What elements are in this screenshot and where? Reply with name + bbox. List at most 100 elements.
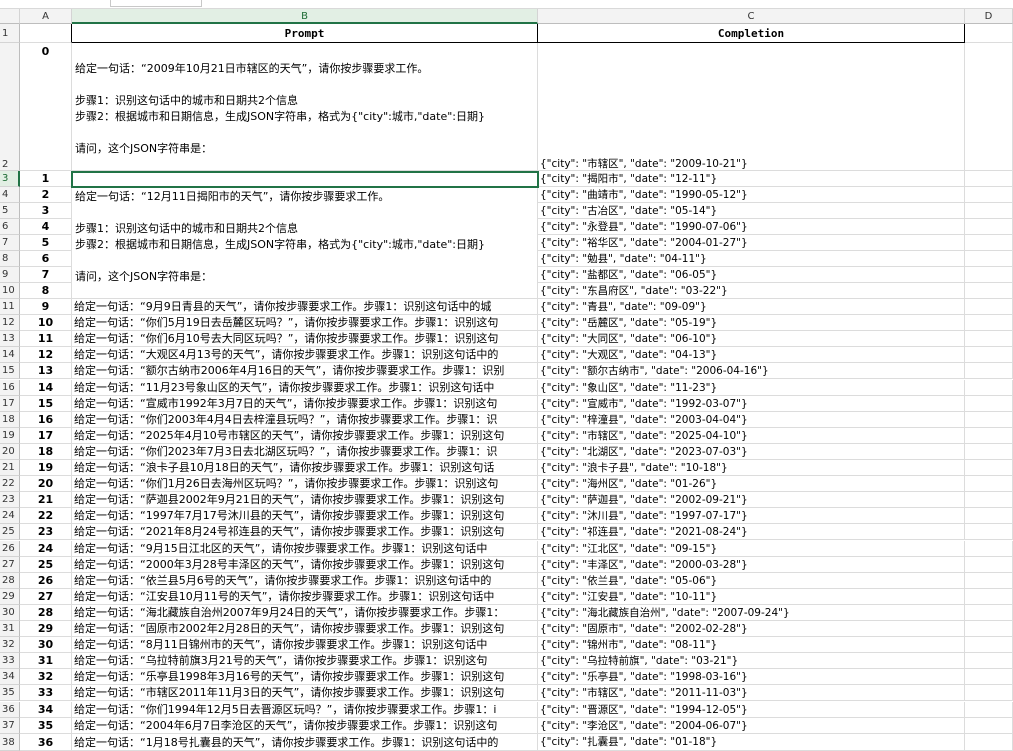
prompt-cell[interactable]: 给定一句话：“市辖区2011年11月3日的天气”，请你按步骤要求工作。步骤1：识… — [72, 685, 538, 702]
completion-cell[interactable]: {"city": "市辖区", "date": "2009-10-21"} — [538, 43, 965, 171]
row-header[interactable]: 2 — [0, 43, 20, 171]
index-cell[interactable]: 35 — [20, 717, 72, 734]
sheet-tab-edge[interactable] — [110, 0, 202, 7]
row-header[interactable]: 36 — [0, 701, 20, 718]
cell-d[interactable] — [965, 540, 1013, 557]
cell-d[interactable] — [965, 411, 1013, 428]
completion-cell[interactable]: {"city": "锦州市", "date": "08-11"} — [538, 637, 965, 654]
completion-cell[interactable]: {"city": "大观区", "date": "04-13"} — [538, 347, 965, 364]
completion-cell[interactable]: {"city": "海州区", "date": "01-26"} — [538, 476, 965, 493]
completion-cell[interactable]: {"city": "固原市", "date": "2002-02-28"} — [538, 621, 965, 638]
completion-cell[interactable]: {"city": "江北区", "date": "09-15"} — [538, 540, 965, 557]
row-header[interactable]: 9 — [0, 267, 20, 283]
index-cell[interactable]: 19 — [20, 460, 72, 477]
cell-d[interactable] — [965, 604, 1013, 621]
index-cell[interactable]: 9 — [20, 299, 72, 316]
column-header-c[interactable]: C — [538, 9, 965, 24]
completion-cell[interactable]: {"city": "揭阳市", "date": "12-11"} — [538, 171, 965, 187]
prompt-cell[interactable]: 给定一句话：“你们2023年7月3日去北湖区玩吗？”，请你按步骤要求工作。步骤1… — [72, 443, 538, 460]
index-cell[interactable]: 18 — [20, 443, 72, 460]
cell-d[interactable] — [965, 476, 1013, 493]
index-cell[interactable]: 23 — [20, 524, 72, 541]
row-header[interactable]: 16 — [0, 379, 20, 396]
row-header[interactable]: 15 — [0, 363, 20, 380]
row-header[interactable]: 25 — [0, 524, 20, 541]
cell-d[interactable] — [965, 203, 1013, 219]
prompt-cell[interactable]: 给定一句话：“11月23号象山区的天气”，请你按步骤要求工作。步骤1：识别这句话… — [72, 379, 538, 396]
prompt-cell[interactable]: 给定一句话：“你们1月26日去海州区玩吗？”，请你按步骤要求工作。步骤1：识别这… — [72, 476, 538, 493]
prompt-cell[interactable]: 给定一句话：“9月9日青县的天气”，请你按步骤要求工作。步骤1：识别这句话中的城 — [72, 299, 538, 316]
completion-cell[interactable]: {"city": "祁连县", "date": "2021-08-24"} — [538, 524, 965, 541]
row-header[interactable]: 37 — [0, 717, 20, 734]
row-header[interactable]: 29 — [0, 588, 20, 605]
row-header[interactable]: 28 — [0, 572, 20, 589]
index-cell[interactable]: 27 — [20, 588, 72, 605]
index-cell[interactable]: 25 — [20, 556, 72, 573]
row-header[interactable]: 33 — [0, 653, 20, 670]
row-header[interactable]: 3 — [0, 171, 20, 187]
cell-d[interactable] — [965, 283, 1013, 299]
index-cell[interactable]: 15 — [20, 395, 72, 412]
row-header[interactable]: 11 — [0, 299, 20, 316]
column-header-b[interactable]: B — [72, 9, 538, 24]
index-cell[interactable]: 36 — [20, 733, 72, 751]
row-header[interactable]: 14 — [0, 347, 20, 364]
index-cell[interactable]: 21 — [20, 492, 72, 509]
prompt-cell[interactable]: 给定一句话：“萨迦县2002年9月21日的天气”，请你按步骤要求工作。步骤1：识… — [72, 492, 538, 509]
cell-d[interactable] — [965, 717, 1013, 734]
prompt-cell[interactable]: 给定一句话：“额尔古纳市2006年4月16日的天气”，请你按步骤要求工作。步骤1… — [72, 363, 538, 380]
cell-d[interactable] — [965, 251, 1013, 267]
index-cell[interactable]: 30 — [20, 637, 72, 654]
cell-d[interactable] — [965, 685, 1013, 702]
completion-cell[interactable]: {"city": "大同区", "date": "06-10"} — [538, 331, 965, 348]
cell-d[interactable] — [965, 556, 1013, 573]
completion-cell[interactable]: {"city": "海北藏族自治州", "date": "2007-09-24"… — [538, 604, 965, 621]
column-header-a[interactable]: A — [20, 9, 72, 24]
cell-d[interactable] — [965, 524, 1013, 541]
index-cell[interactable]: 34 — [20, 701, 72, 718]
prompt-cell[interactable]: 给定一句话：“1997年7月17号沐川县的天气”，请你按步骤要求工作。步骤1：识… — [72, 508, 538, 525]
index-cell[interactable]: 13 — [20, 363, 72, 380]
row-header[interactable]: 22 — [0, 476, 20, 493]
index-cell[interactable]: 1 — [20, 171, 72, 187]
prompt-cell[interactable]: 给定一句话：“浪卡子县10月18日的天气”，请你按步骤要求工作。步骤1：识别这句… — [72, 460, 538, 477]
completion-header-cell[interactable]: Completion — [538, 24, 965, 43]
completion-cell[interactable]: {"city": "古冶区", "date": "05-14"} — [538, 203, 965, 219]
prompt-header-cell[interactable]: Prompt — [72, 24, 538, 43]
completion-cell[interactable]: {"city": "裕华区", "date": "2004-01-27"} — [538, 235, 965, 251]
row-header[interactable]: 6 — [0, 219, 20, 235]
prompt-cell[interactable]: 给定一句话：“9月15日江北区的天气”，请你按步骤要求工作。步骤1：识别这句话中 — [72, 540, 538, 557]
cell-d[interactable] — [965, 492, 1013, 509]
completion-cell[interactable]: {"city": "乌拉特前旗", "date": "03-21"} — [538, 653, 965, 670]
index-cell[interactable]: 28 — [20, 604, 72, 621]
row-header[interactable]: 35 — [0, 685, 20, 702]
completion-cell[interactable]: {"city": "市辖区", "date": "2011-11-03"} — [538, 685, 965, 702]
row-header[interactable]: 24 — [0, 508, 20, 525]
completion-cell[interactable]: {"city": "扎囊县", "date": "01-18"} — [538, 733, 965, 751]
row-header[interactable]: 20 — [0, 443, 20, 460]
prompt-cell[interactable]: 给定一句话：“1月18号扎囊县的天气”，请你按步骤要求工作。步骤1：识别这句话中… — [72, 733, 538, 751]
prompt-cell[interactable]: 给定一句话：“依兰县5月6号的天气”，请你按步骤要求工作。步骤1：识别这句话中的 — [72, 572, 538, 589]
cell-d[interactable] — [965, 299, 1013, 316]
row-header[interactable]: 30 — [0, 604, 20, 621]
cell-d[interactable] — [965, 219, 1013, 235]
corner-select-all[interactable] — [0, 9, 20, 24]
index-cell[interactable]: 3 — [20, 203, 72, 219]
completion-cell[interactable]: {"city": "晋源区", "date": "1994-12-05"} — [538, 701, 965, 718]
prompt-cell[interactable]: 给定一句话：“你们1994年12月5日去晋源区玩吗？”，请你按步骤要求工作。步骤… — [72, 701, 538, 718]
completion-cell[interactable]: {"city": "勉县", "date": "04-11"} — [538, 251, 965, 267]
index-cell[interactable]: 8 — [20, 283, 72, 299]
index-cell[interactable]: 33 — [20, 685, 72, 702]
completion-cell[interactable]: {"city": "市辖区", "date": "2025-04-10"} — [538, 427, 965, 444]
cell-d[interactable] — [965, 43, 1013, 171]
index-cell[interactable]: 14 — [20, 379, 72, 396]
completion-cell[interactable]: {"city": "浪卡子县", "date": "10-18"} — [538, 460, 965, 477]
row-header[interactable]: 1 — [0, 24, 20, 43]
index-cell[interactable]: 24 — [20, 540, 72, 557]
index-cell[interactable]: 20 — [20, 476, 72, 493]
row-header[interactable]: 8 — [0, 251, 20, 267]
cell-d[interactable] — [965, 508, 1013, 525]
cell-d[interactable] — [965, 331, 1013, 348]
row-header[interactable]: 5 — [0, 203, 20, 219]
prompt-cell[interactable]: 给定一句话：“海北藏族自治州2007年9月24日的天气”，请你按步骤要求工作。步… — [72, 604, 538, 621]
